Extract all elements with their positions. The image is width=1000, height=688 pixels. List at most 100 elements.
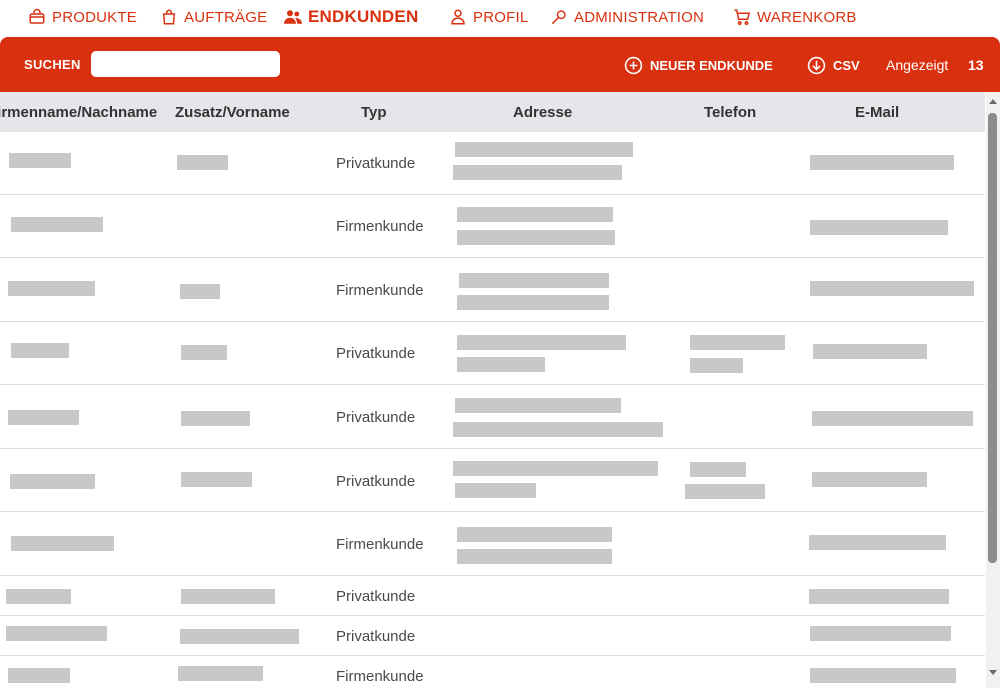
redacted-email [813, 344, 927, 359]
users-icon [284, 10, 302, 24]
table-row[interactable]: Firmenkunde [0, 512, 985, 576]
cell-typ: Privatkunde [336, 588, 416, 605]
redacted-name [8, 410, 79, 425]
cell-typ: Privatkunde [336, 473, 416, 490]
download-circle-icon [807, 56, 826, 75]
redacted-address [457, 527, 612, 542]
csv-button[interactable]: CSV [807, 56, 860, 75]
redacted-name [11, 343, 69, 358]
redacted-address [457, 357, 545, 372]
redacted-address [457, 549, 612, 564]
redacted-name [6, 589, 71, 604]
nav-item-auftraege[interactable]: AUFTRÄGE [160, 0, 267, 34]
user-icon [451, 9, 465, 25]
column-header-typ[interactable]: Typ [361, 104, 387, 121]
redacted-address [457, 230, 615, 245]
redacted-firstname [181, 411, 250, 426]
column-header-telefon[interactable]: Telefon [704, 104, 756, 121]
redacted-email [810, 668, 956, 683]
redacted-name [11, 536, 114, 551]
nav-label: ENDKUNDEN [308, 7, 419, 26]
redacted-name [11, 217, 103, 232]
redacted-firstname [181, 345, 227, 360]
redacted-name [9, 153, 71, 168]
new-customer-label: NEUER ENDKUNDE [650, 58, 773, 73]
redacted-phone [690, 358, 743, 373]
redacted-firstname [180, 629, 299, 644]
redacted-address [455, 483, 536, 498]
redacted-address [455, 142, 633, 157]
redacted-name [8, 668, 70, 683]
column-header-vorname[interactable]: Zusatz/Vorname [175, 104, 290, 121]
redacted-email [812, 411, 973, 426]
toolbar: SUCHEN NEUER ENDKUNDE CSV Angezeigt 13 [0, 37, 1000, 92]
redacted-address [455, 398, 621, 413]
cell-typ: Firmenkunde [336, 668, 424, 685]
redacted-firstname [177, 155, 228, 170]
redacted-firstname [181, 472, 252, 487]
nav-item-administration[interactable]: ADMINISTRATION [550, 0, 704, 34]
nav-item-warenkorb[interactable]: WARENKORB [733, 0, 857, 34]
wrench-icon [551, 10, 566, 25]
redacted-name [10, 474, 95, 489]
redacted-address [453, 461, 658, 476]
cell-typ: Privatkunde [336, 409, 416, 426]
redacted-phone [690, 462, 746, 477]
nav-label: WARENKORB [757, 8, 857, 26]
nav-label: PRODUKTE [52, 8, 137, 26]
redacted-firstname [180, 284, 220, 299]
redacted-address [457, 335, 626, 350]
redacted-email [809, 535, 946, 550]
scroll-down-arrow-icon[interactable] [986, 666, 1000, 680]
top-navigation: PRODUKTE AUFTRÄGE ENDKUNDEN PROFIL ADMIN… [0, 0, 1000, 36]
redacted-email [809, 589, 949, 604]
redacted-email [810, 281, 974, 296]
nav-label: PROFIL [473, 8, 529, 26]
shown-count: 13 [968, 57, 984, 73]
redacted-name [8, 281, 95, 296]
shown-label: Angezeigt [886, 57, 949, 73]
table-row[interactable]: Privatkunde [0, 576, 985, 616]
redacted-address [457, 207, 613, 222]
search-label: SUCHEN [24, 57, 81, 72]
new-customer-button[interactable]: NEUER ENDKUNDE [624, 56, 773, 75]
table-row[interactable]: Firmenkunde [0, 195, 985, 258]
scrollbar-thumb[interactable] [988, 113, 997, 563]
redacted-address [453, 422, 663, 437]
column-header-email[interactable]: E-Mail [855, 104, 899, 121]
search-input[interactable] [91, 51, 280, 77]
redacted-address [457, 295, 609, 310]
redacted-firstname [178, 666, 263, 681]
nav-item-produkte[interactable]: PRODUKTE [28, 0, 137, 34]
redacted-email [810, 220, 948, 235]
bag-icon [29, 8, 45, 24]
table-row[interactable]: Privatkunde [0, 322, 985, 385]
redacted-address [459, 273, 609, 288]
csv-label: CSV [833, 58, 860, 73]
cell-typ: Firmenkunde [336, 536, 424, 553]
cell-typ: Firmenkunde [336, 282, 424, 299]
redacted-firstname [181, 589, 275, 604]
redacted-address [453, 165, 622, 180]
column-header-adresse[interactable]: Adresse [513, 104, 572, 121]
redacted-email [810, 155, 954, 170]
table-row[interactable]: Firmenkunde [0, 258, 985, 322]
scroll-up-arrow-icon[interactable] [986, 94, 1000, 108]
nav-label: ADMINISTRATION [574, 8, 705, 26]
cell-typ: Privatkunde [336, 628, 416, 645]
nav-item-endkunden[interactable]: ENDKUNDEN [284, 0, 418, 34]
table-row[interactable]: Privatkunde [0, 616, 985, 656]
table-row[interactable]: Privatkunde [0, 132, 985, 195]
column-header-name[interactable]: Firmenname/Nachname [0, 104, 157, 121]
table-row[interactable]: Firmenkunde [0, 656, 985, 688]
nav-item-profil[interactable]: PROFIL [449, 0, 528, 34]
redacted-email [812, 472, 927, 487]
table-row[interactable]: Privatkunde [0, 449, 985, 512]
table-row[interactable]: Privatkunde [0, 385, 985, 449]
cell-typ: Privatkunde [336, 155, 416, 172]
nav-label: AUFTRÄGE [184, 8, 268, 26]
redacted-email [810, 626, 951, 641]
redacted-phone [685, 484, 765, 499]
shopping-bag-icon [162, 9, 176, 25]
plus-circle-icon [624, 56, 643, 75]
